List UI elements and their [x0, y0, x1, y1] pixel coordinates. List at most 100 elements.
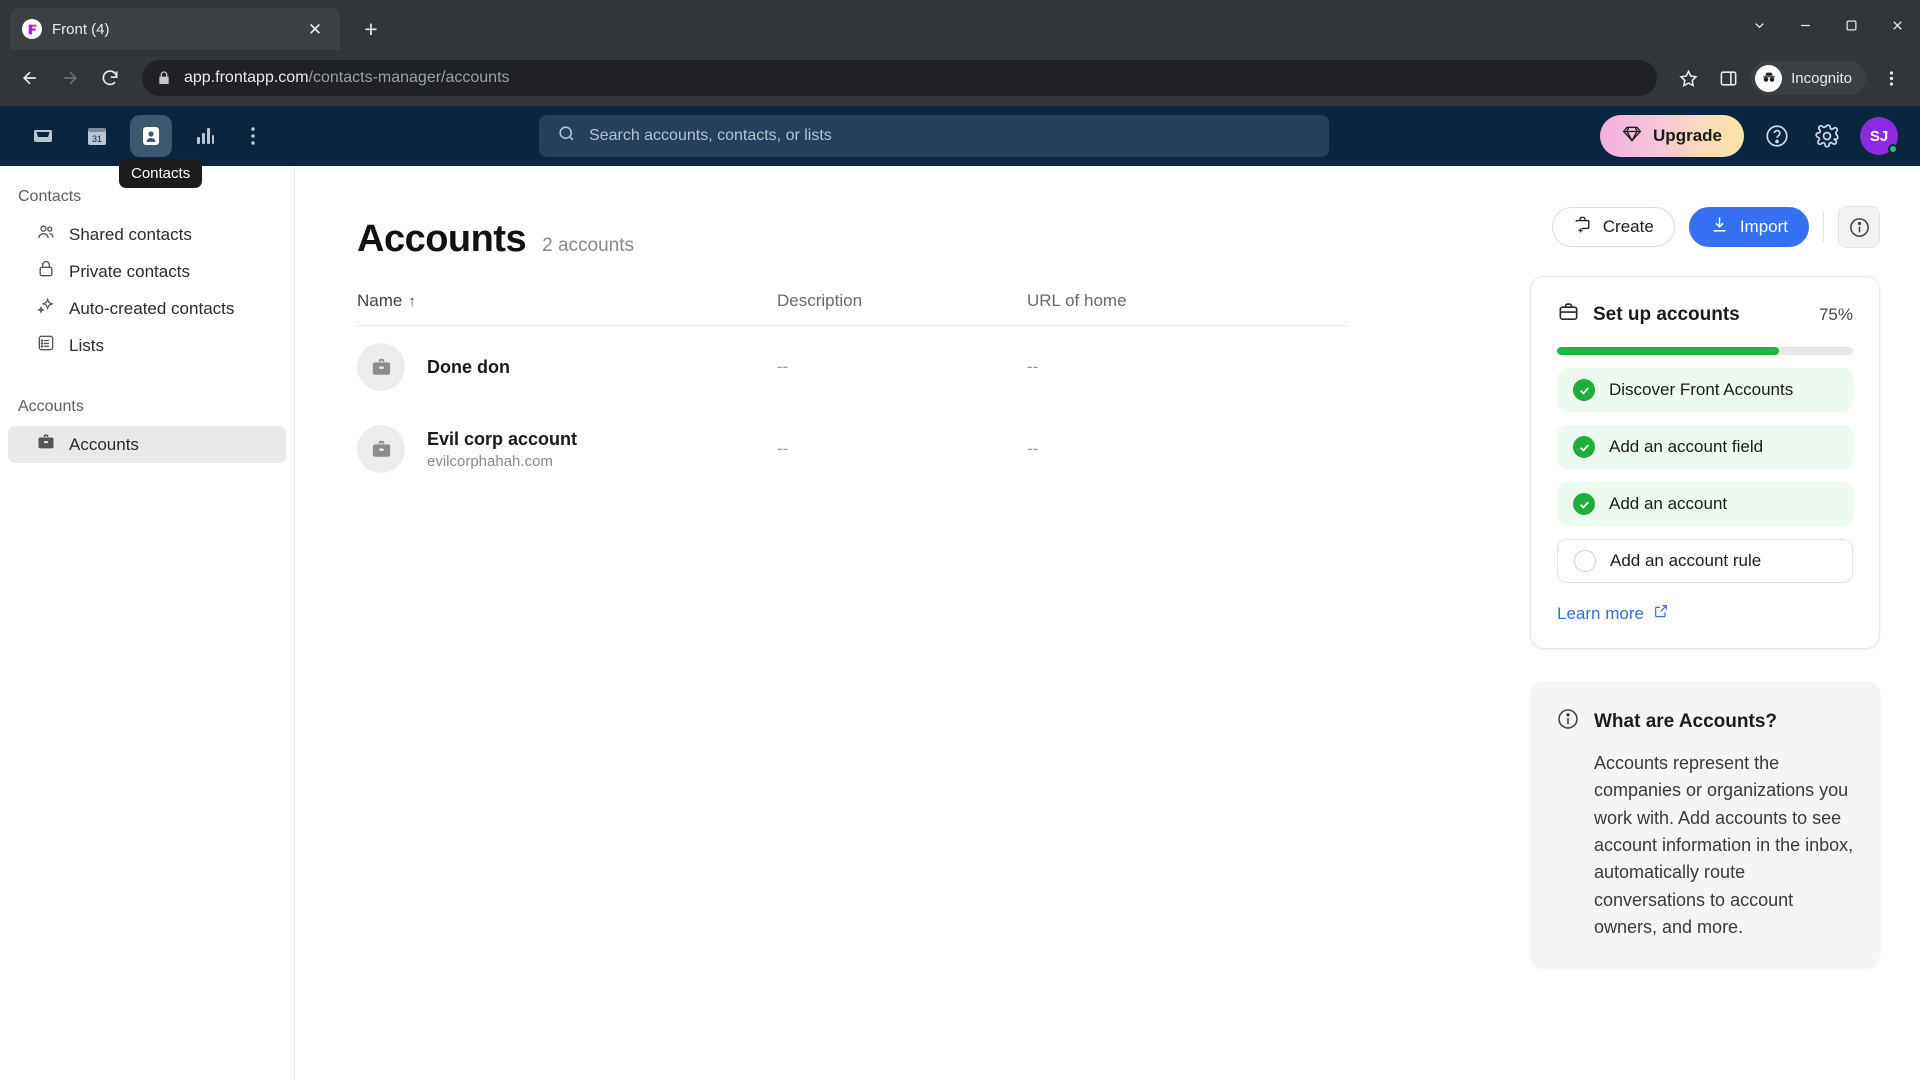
sidebar-item-label: Private contacts	[69, 261, 190, 281]
more-icon[interactable]	[238, 115, 268, 157]
check-icon	[1573, 493, 1595, 515]
kebab-menu-icon[interactable]	[1874, 61, 1908, 95]
contacts-icon[interactable]	[130, 115, 172, 157]
column-header-name[interactable]: Name ↑	[357, 291, 777, 311]
status-badge	[1888, 144, 1898, 154]
search-placeholder: Search accounts, contacts, or lists	[589, 127, 832, 144]
download-icon	[1710, 215, 1729, 239]
minimize-icon[interactable]	[1782, 0, 1828, 50]
empty-circle-icon	[1574, 550, 1596, 572]
about-card-body: Accounts represent the companies or orga…	[1594, 753, 1854, 938]
sidebar-item-auto-created-contacts[interactable]: Auto-created contacts	[8, 290, 286, 327]
incognito-indicator[interactable]: Incognito	[1751, 61, 1866, 95]
sidebar: Contacts Shared contacts Private contact…	[0, 166, 295, 1080]
create-button[interactable]: Create	[1551, 207, 1675, 247]
top-right-actions: Upgrade SJ	[1600, 115, 1898, 157]
sidebar-item-lists[interactable]: Lists	[8, 327, 286, 364]
briefcase-icon	[36, 432, 56, 457]
upgrade-button[interactable]: Upgrade	[1600, 115, 1744, 157]
rail-actions: Create Import	[1530, 206, 1880, 248]
import-label: Import	[1739, 217, 1788, 236]
browser-window: Front (4) ✕ + app.frontapp.com/contacts-…	[0, 0, 1920, 1080]
new-tab-button[interactable]: +	[354, 12, 388, 46]
page-title: Accounts	[357, 218, 527, 260]
sidebar-item-accounts[interactable]: Accounts	[8, 426, 286, 463]
checklist-item-add-an-account-rule[interactable]: Add an account rule	[1557, 539, 1853, 583]
avatar[interactable]: SJ	[1860, 117, 1898, 155]
close-icon[interactable]: ✕	[302, 16, 328, 42]
checklist-item-add-an-account-field[interactable]: Add an account field	[1557, 425, 1853, 469]
info-icon	[1556, 707, 1580, 736]
divider	[1823, 212, 1824, 242]
account-name: Evil corp account	[427, 428, 578, 449]
briefcase-icon	[357, 343, 405, 391]
address-path: /contacts-manager/accounts	[308, 69, 510, 86]
sidebar-item-shared-contacts[interactable]: Shared contacts	[8, 216, 286, 253]
column-header-url[interactable]: URL of home	[1027, 291, 1347, 311]
tab-strip: Front (4) ✕ +	[0, 0, 1920, 50]
account-description: --	[777, 357, 789, 376]
setup-progress-percent: 75%	[1818, 305, 1853, 324]
maximize-icon[interactable]	[1828, 0, 1874, 50]
check-icon	[1573, 379, 1595, 401]
column-label: Name	[357, 291, 403, 310]
app-top-navigation: 31 Contacts Search accounts, contacts, o…	[0, 106, 1920, 188]
checklist-item-add-an-account[interactable]: Add an account	[1557, 482, 1853, 526]
account-cell: Evil corp account evilcorphahah.com	[357, 425, 777, 473]
help-icon[interactable]	[1760, 119, 1794, 153]
learn-more-label: Learn more	[1557, 603, 1644, 623]
info-icon[interactable]	[1838, 206, 1880, 248]
page-header: Accounts 2 accounts	[357, 218, 1530, 261]
browser-tab[interactable]: Front (4) ✕	[10, 8, 340, 50]
about-card-header: What are Accounts?	[1556, 707, 1854, 736]
back-button[interactable]	[12, 60, 48, 96]
account-url: --	[1027, 357, 1039, 376]
gear-icon[interactable]	[1810, 119, 1844, 153]
setup-card-header: Set up accounts 75%	[1557, 301, 1853, 329]
about-card-title: What are Accounts?	[1594, 710, 1777, 732]
learn-more-link[interactable]: Learn more	[1557, 603, 1853, 624]
inbox-icon[interactable]	[22, 115, 64, 157]
incognito-icon	[1755, 64, 1783, 92]
sidebar-item-private-contacts[interactable]: Private contacts	[8, 253, 286, 290]
table-header-row: Name ↑ Description URL of home	[357, 291, 1347, 326]
column-header-description[interactable]: Description	[777, 291, 1027, 311]
address-bar[interactable]: app.frontapp.com/contacts-manager/accoun…	[142, 60, 1658, 96]
checklist-item-label: Add an account rule	[1610, 551, 1762, 570]
avatar-initials: SJ	[1869, 127, 1889, 145]
front-logo-icon	[22, 19, 42, 39]
calendar-icon[interactable]: 31	[76, 115, 118, 157]
tab-title: Front (4)	[52, 20, 110, 38]
checklist-item-label: Add an account	[1609, 494, 1728, 513]
reload-button[interactable]	[92, 60, 128, 96]
browser-toolbar: app.frontapp.com/contacts-manager/accoun…	[0, 50, 1920, 106]
setup-accounts-card: Set up accounts 75% Discover Front Accou…	[1530, 276, 1880, 649]
checklist-item-discover-front-accounts[interactable]: Discover Front Accounts	[1557, 368, 1853, 412]
external-link-icon	[1653, 603, 1669, 624]
create-label: Create	[1602, 217, 1654, 236]
import-button[interactable]: Import	[1688, 207, 1809, 247]
lock-icon	[156, 70, 172, 86]
table-row[interactable]: Evil corp account evilcorphahah.com -- -…	[357, 408, 1347, 490]
checklist-item-label: Add an account field	[1609, 437, 1764, 456]
briefcase-plus-icon	[1573, 215, 1592, 239]
app-body: Contacts Shared contacts Private contact…	[0, 166, 1920, 1080]
chevron-down-icon[interactable]	[1736, 0, 1782, 50]
sidebar-item-label: Shared contacts	[69, 224, 192, 244]
sidebar-section-accounts-header: Accounts	[18, 398, 84, 415]
side-panel-icon[interactable]	[1711, 61, 1745, 95]
window-close-icon[interactable]	[1874, 0, 1920, 50]
setup-card-title: Set up accounts	[1593, 304, 1740, 325]
address-domain: app.frontapp.com	[184, 69, 309, 86]
sidebar-section-contacts-header: Contacts	[18, 188, 82, 205]
search-container: Search accounts, contacts, or lists	[268, 115, 1600, 157]
forward-button[interactable]	[52, 60, 88, 96]
address-bar-url: app.frontapp.com/contacts-manager/accoun…	[184, 69, 510, 87]
search-icon	[557, 124, 576, 148]
search-input[interactable]: Search accounts, contacts, or lists	[539, 115, 1330, 157]
account-name: Done don	[427, 356, 510, 377]
checklist-item-label: Discover Front Accounts	[1609, 380, 1794, 399]
star-icon[interactable]	[1671, 61, 1705, 95]
table-row[interactable]: Done don -- --	[357, 326, 1347, 408]
analytics-icon[interactable]	[184, 115, 226, 157]
